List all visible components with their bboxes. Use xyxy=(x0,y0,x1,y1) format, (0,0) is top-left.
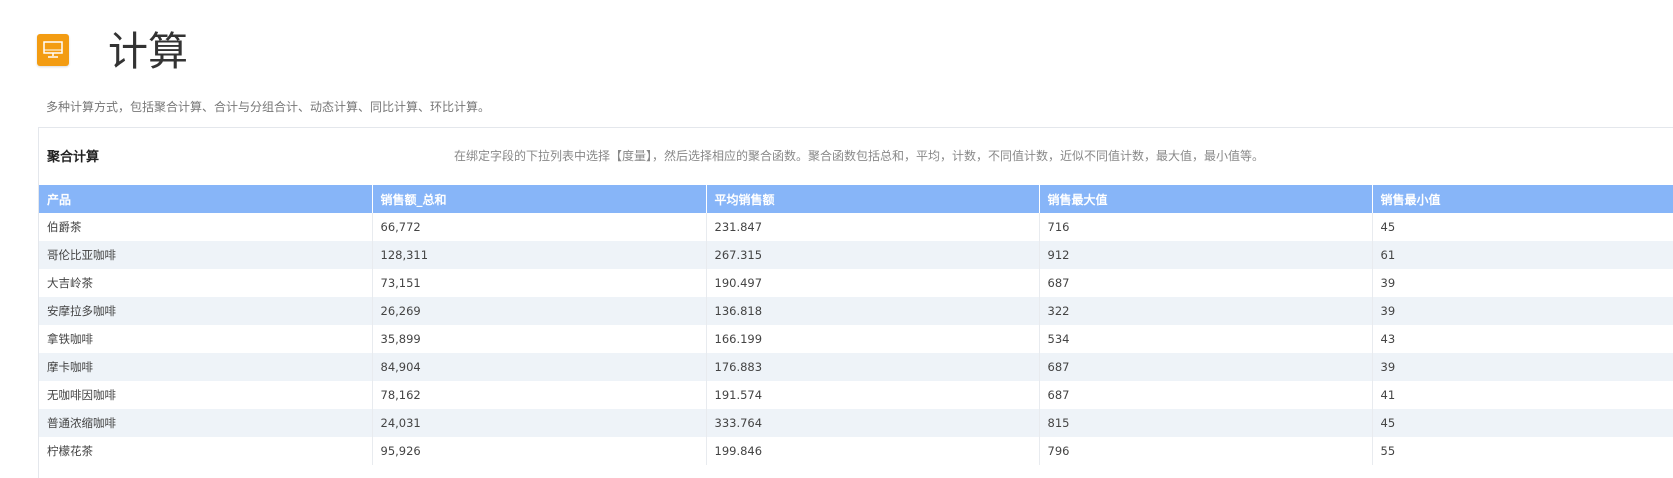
table-cell: 66,772 xyxy=(372,213,707,241)
table-cell: 687 xyxy=(1039,381,1373,409)
table-cell: 84,904 xyxy=(372,353,707,381)
table-cell: 796 xyxy=(1039,437,1373,465)
table-cell: 普通浓缩咖啡 xyxy=(39,409,373,437)
table-cell: 136.818 xyxy=(706,297,1040,325)
table-row[interactable]: 伯爵茶 66,772 231.847 716 45 xyxy=(39,213,1673,241)
table-cell: 无咖啡因咖啡 xyxy=(39,381,373,409)
table-cell: 166.199 xyxy=(706,325,1040,353)
table-cell: 43 xyxy=(1372,325,1673,353)
table-cell: 912 xyxy=(1039,241,1373,269)
table-cell: 35,899 xyxy=(372,325,707,353)
panel-note: 在绑定字段的下拉列表中选择【度量】，然后选择相应的聚合函数。聚合函数包括总和，平… xyxy=(454,149,1265,163)
aggregate-panel: 聚合计算 在绑定字段的下拉列表中选择【度量】，然后选择相应的聚合函数。聚合函数包… xyxy=(38,127,1673,478)
page-title: 计算 xyxy=(108,29,188,75)
data-table: 产品 销售额_总和 平均销售额 销售最大值 销售最小值 伯爵茶 66,772 231… xyxy=(39,185,1673,465)
table-row[interactable]: 无咖啡因咖啡 78,162 191.574 687 41 xyxy=(39,381,1673,409)
table-cell: 安摩拉多咖啡 xyxy=(39,297,373,325)
table-body: 伯爵茶 66,772 231.847 716 45 哥伦比亚咖啡 128,311 267.31… xyxy=(39,213,1673,465)
table-row[interactable]: 大吉岭茶 73,151 190.497 687 39 xyxy=(39,269,1673,297)
table-cell: 哥伦比亚咖啡 xyxy=(39,241,373,269)
table-row[interactable]: 摩卡咖啡 84,904 176.883 687 39 xyxy=(39,353,1673,381)
table-cell: 伯爵茶 xyxy=(39,213,373,241)
page-description: 多种计算方式，包括聚合计算、合计与分组合计、动态计算、同比计算、环比计算。 xyxy=(46,100,491,114)
table-cell: 41 xyxy=(1372,381,1673,409)
table-cell: 39 xyxy=(1372,297,1673,325)
table-row[interactable]: 拿铁咖啡 35,899 166.199 534 43 xyxy=(39,325,1673,353)
table-cell: 687 xyxy=(1039,353,1373,381)
table-row[interactable]: 普通浓缩咖啡 24,031 333.764 815 45 xyxy=(39,409,1673,437)
table-cell: 128,311 xyxy=(372,241,707,269)
table-cell: 78,162 xyxy=(372,381,707,409)
table-cell: 24,031 xyxy=(372,409,707,437)
table-cell: 191.574 xyxy=(706,381,1040,409)
table-cell: 45 xyxy=(1372,409,1673,437)
column-header-sales-max[interactable]: 销售最大值 xyxy=(1039,185,1373,213)
table-cell: 55 xyxy=(1372,437,1673,465)
monitor-icon xyxy=(37,34,69,66)
table-row[interactable]: 柠檬花茶 95,926 199.846 796 55 xyxy=(39,437,1673,465)
column-header-avg-sales[interactable]: 平均销售额 xyxy=(706,185,1040,213)
table-cell: 716 xyxy=(1039,213,1373,241)
table-cell: 231.847 xyxy=(706,213,1040,241)
table-cell: 摩卡咖啡 xyxy=(39,353,373,381)
table-cell: 815 xyxy=(1039,409,1373,437)
column-header-sales-min[interactable]: 销售最小值 xyxy=(1372,185,1673,213)
table-row[interactable]: 哥伦比亚咖啡 128,311 267.315 912 61 xyxy=(39,241,1673,269)
panel-title: 聚合计算 xyxy=(47,150,100,165)
table-header-row: 产品 销售额_总和 平均销售额 销售最大值 销售最小值 xyxy=(39,185,1673,213)
table-cell: 176.883 xyxy=(706,353,1040,381)
table-cell: 267.315 xyxy=(706,241,1040,269)
table-cell: 大吉岭茶 xyxy=(39,269,373,297)
table-cell: 199.846 xyxy=(706,437,1040,465)
page-header: 计算 xyxy=(0,0,1673,90)
table-cell: 61 xyxy=(1372,241,1673,269)
table-row[interactable]: 安摩拉多咖啡 26,269 136.818 322 39 xyxy=(39,297,1673,325)
table-cell: 拿铁咖啡 xyxy=(39,325,373,353)
table-cell: 39 xyxy=(1372,269,1673,297)
table-cell: 322 xyxy=(1039,297,1373,325)
column-header-product[interactable]: 产品 xyxy=(39,185,373,213)
table-cell: 39 xyxy=(1372,353,1673,381)
column-header-sales-sum[interactable]: 销售额_总和 xyxy=(372,185,707,213)
table-cell: 95,926 xyxy=(372,437,707,465)
table-cell: 45 xyxy=(1372,213,1673,241)
table-cell: 190.497 xyxy=(706,269,1040,297)
table-cell: 687 xyxy=(1039,269,1373,297)
table-cell: 333.764 xyxy=(706,409,1040,437)
table-cell: 柠檬花茶 xyxy=(39,437,373,465)
table-cell: 534 xyxy=(1039,325,1373,353)
table-cell: 73,151 xyxy=(372,269,707,297)
table-cell: 26,269 xyxy=(372,297,707,325)
